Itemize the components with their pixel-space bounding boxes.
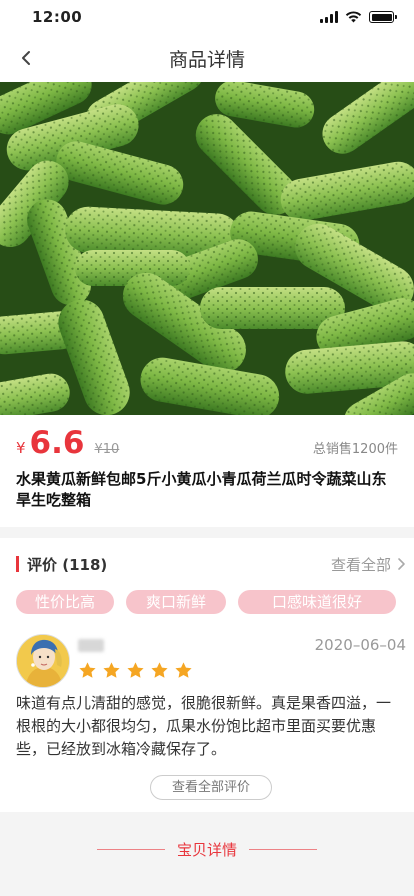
signal-icon bbox=[320, 11, 338, 23]
product-detail-label: 宝贝详情 bbox=[176, 840, 237, 859]
avatar[interactable] bbox=[16, 634, 70, 688]
view-all-reviews-button[interactable]: 查看全部评价 bbox=[150, 775, 272, 800]
total-sold: 总销售1200件 bbox=[312, 442, 398, 457]
review-header: 评价 (118) 查看全部 bbox=[16, 552, 406, 576]
price-group: ¥ 6.6 ¥10 bbox=[16, 425, 119, 461]
review-tag[interactable]: 性价比高 bbox=[16, 590, 114, 614]
star-icon bbox=[79, 662, 96, 678]
product-title: 水果黄瓜新鲜包邮5斤小黄瓜小青瓜荷兰瓜时令蔬菜山东旱生吃整箱 bbox=[16, 470, 387, 509]
review-tag[interactable]: 爽口新鲜 bbox=[126, 590, 226, 614]
review-item: 2020–06–04 bbox=[16, 634, 406, 688]
divider-line bbox=[96, 848, 165, 850]
back-button[interactable] bbox=[10, 42, 42, 74]
star-rating bbox=[78, 661, 193, 680]
original-price: ¥10 bbox=[94, 442, 120, 457]
currency-symbol: ¥ bbox=[16, 439, 26, 457]
review-title-wrap: 评价 (118) bbox=[16, 554, 107, 575]
chevron-left-icon bbox=[22, 51, 30, 65]
review-tags: 性价比高 爽口新鲜 口感味道很好 bbox=[16, 590, 406, 614]
reviewer-avatar-image bbox=[17, 635, 69, 687]
product-image bbox=[0, 82, 414, 415]
reviewer-info bbox=[78, 636, 193, 688]
reviewer-name-blurred bbox=[78, 639, 104, 652]
review-tag[interactable]: 口感味道很好 bbox=[238, 590, 396, 614]
view-all-label: 查看全部 bbox=[330, 555, 391, 574]
battery-icon bbox=[369, 11, 397, 23]
status-icons bbox=[320, 11, 397, 23]
star-icon bbox=[127, 662, 144, 678]
star-icon bbox=[175, 662, 192, 678]
divider-line bbox=[249, 848, 317, 850]
review-date: 2020–06–04 bbox=[314, 636, 406, 654]
page-title: 商品详情 bbox=[168, 48, 245, 71]
price-card: ¥ 6.6 ¥10 总销售1200件 水果黄瓜新鲜包邮5斤小黄瓜小青瓜荷兰瓜时令… bbox=[0, 415, 414, 527]
status-time: 12:00 bbox=[32, 8, 83, 26]
status-bar: 12:00 bbox=[0, 0, 414, 34]
star-icon bbox=[151, 662, 168, 678]
view-all-reviews-link[interactable]: 查看全部 bbox=[331, 554, 406, 575]
chevron-right-icon bbox=[398, 558, 405, 570]
review-title: 评价 (118) bbox=[27, 555, 108, 574]
section-accent-bar bbox=[16, 556, 19, 572]
review-text: 味道有点儿清甜的感觉，很脆很新鲜。真是果香四溢，一根根的大小都很均匀，瓜果水份饱… bbox=[16, 694, 392, 758]
star-icon bbox=[103, 662, 120, 678]
price-row: ¥ 6.6 ¥10 总销售1200件 bbox=[16, 425, 398, 461]
current-price: 6.6 bbox=[29, 425, 85, 461]
product-detail-divider: 宝贝详情 bbox=[0, 823, 414, 875]
review-section: 评价 (118) 查看全部 性价比高 爽口新鲜 口感味道很好 2020–06–0… bbox=[0, 538, 414, 812]
wifi-icon bbox=[345, 11, 362, 23]
nav-bar: 商品详情 bbox=[0, 34, 414, 82]
